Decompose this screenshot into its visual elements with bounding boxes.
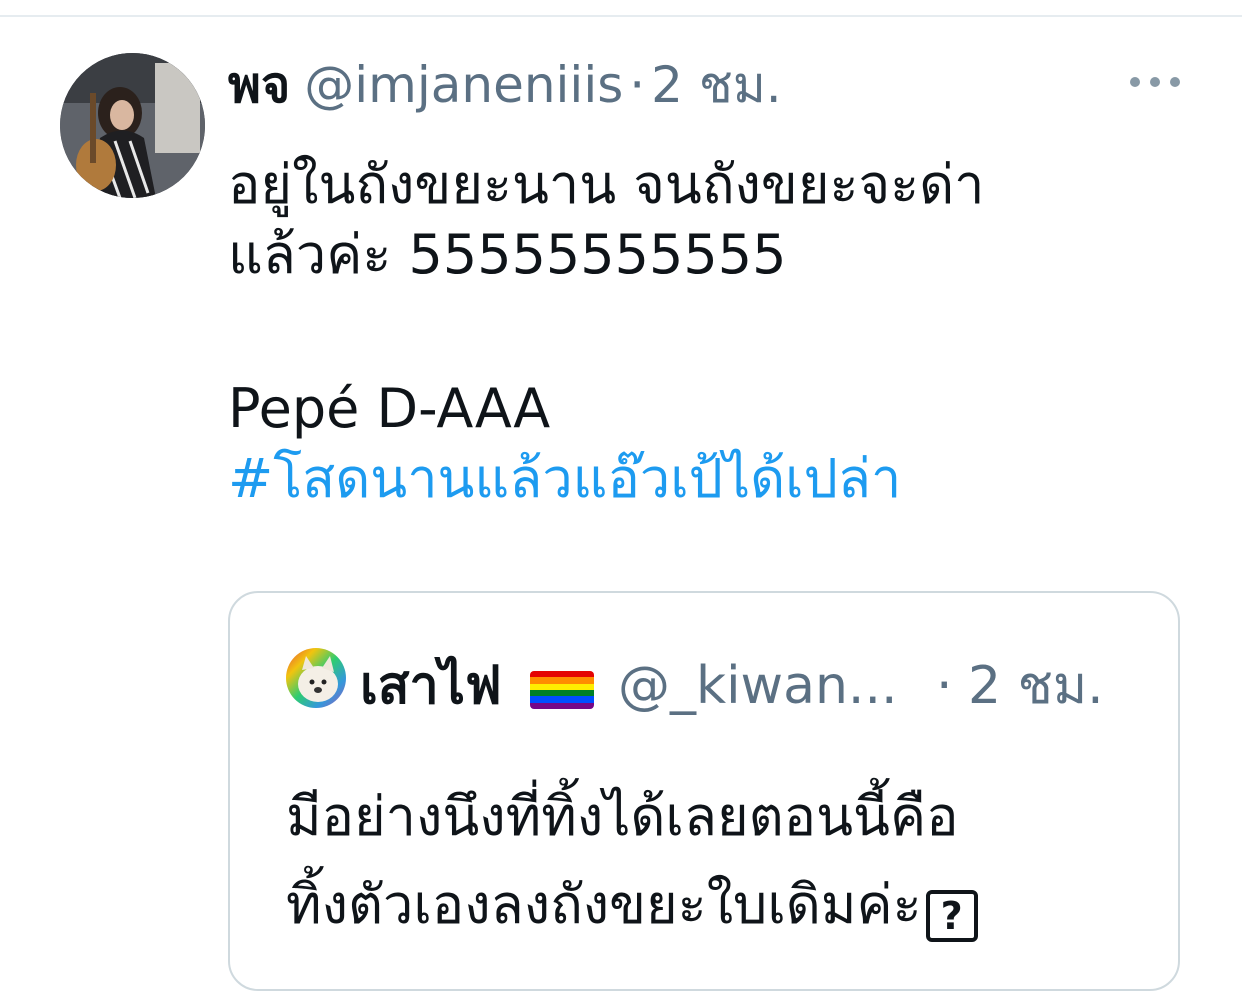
question-box-emoji: ? <box>925 890 978 942</box>
quoted-text-line: มีอย่างนึงที่ทิ้งได้เลยตอนนี้คือ <box>286 785 959 848</box>
hashtag-link[interactable]: #โสดนานแล้วแอ๊วเป้ได้เปล่า <box>228 444 1188 514</box>
quoted-author-display-name[interactable]: เสาไฟ <box>360 651 502 721</box>
quoted-text-line: ทิ้งตัวเองลงถังขยะใบเดิมค่ะ <box>286 873 922 936</box>
quoted-tweet-body: มีอย่างนึงที่ทิ้งได้เลยตอนนี้คือ ทิ้งตัว… <box>286 773 1146 949</box>
author-avatar[interactable] <box>60 53 205 198</box>
quoted-tweet-card[interactable]: เสาไฟ @_kiwan... · 2 ชม. มีอย่างนึงที่ทิ… <box>228 591 1180 991</box>
tweet-body: อยู่ในถังขยะนาน จนถังขยะจะด่า แล้วค่ะ 55… <box>228 150 1188 514</box>
more-dot <box>1170 77 1180 87</box>
rainbow-flag-icon <box>530 671 594 709</box>
more-dot <box>1150 77 1160 87</box>
tweet-text-line: Pepé D-AAA <box>228 377 551 440</box>
quoted-text-line-2: ทิ้งตัวเองลงถังขยะใบเดิมค่ะ? <box>286 861 1146 949</box>
author-handle[interactable]: @imjaneniiis <box>304 56 623 114</box>
author-display-name[interactable]: พจ <box>228 46 290 125</box>
quoted-tweet-timestamp[interactable]: 2 ชม. <box>968 651 1104 721</box>
more-dot <box>1130 77 1140 87</box>
more-horizontal-icon[interactable] <box>1130 70 1180 94</box>
quoted-author-avatar[interactable] <box>286 648 346 708</box>
quoted-header-separator: · <box>936 656 953 716</box>
tweet-timestamp[interactable]: 2 ชม. <box>651 46 782 125</box>
tweet-header: พจ @imjaneniiis · 2 ชม. <box>228 50 782 120</box>
dog-avatar-photo <box>286 648 346 708</box>
avatar-photo <box>60 53 205 198</box>
tweet-text-line: อยู่ในถังขยะนาน จนถังขยะจะด่า <box>228 153 985 216</box>
top-divider <box>0 15 1242 17</box>
header-separator: · <box>629 56 646 114</box>
tweet-text-line: แล้วค่ะ 55555555555 <box>228 223 787 286</box>
quoted-author-handle[interactable]: @_kiwan... <box>618 651 898 721</box>
